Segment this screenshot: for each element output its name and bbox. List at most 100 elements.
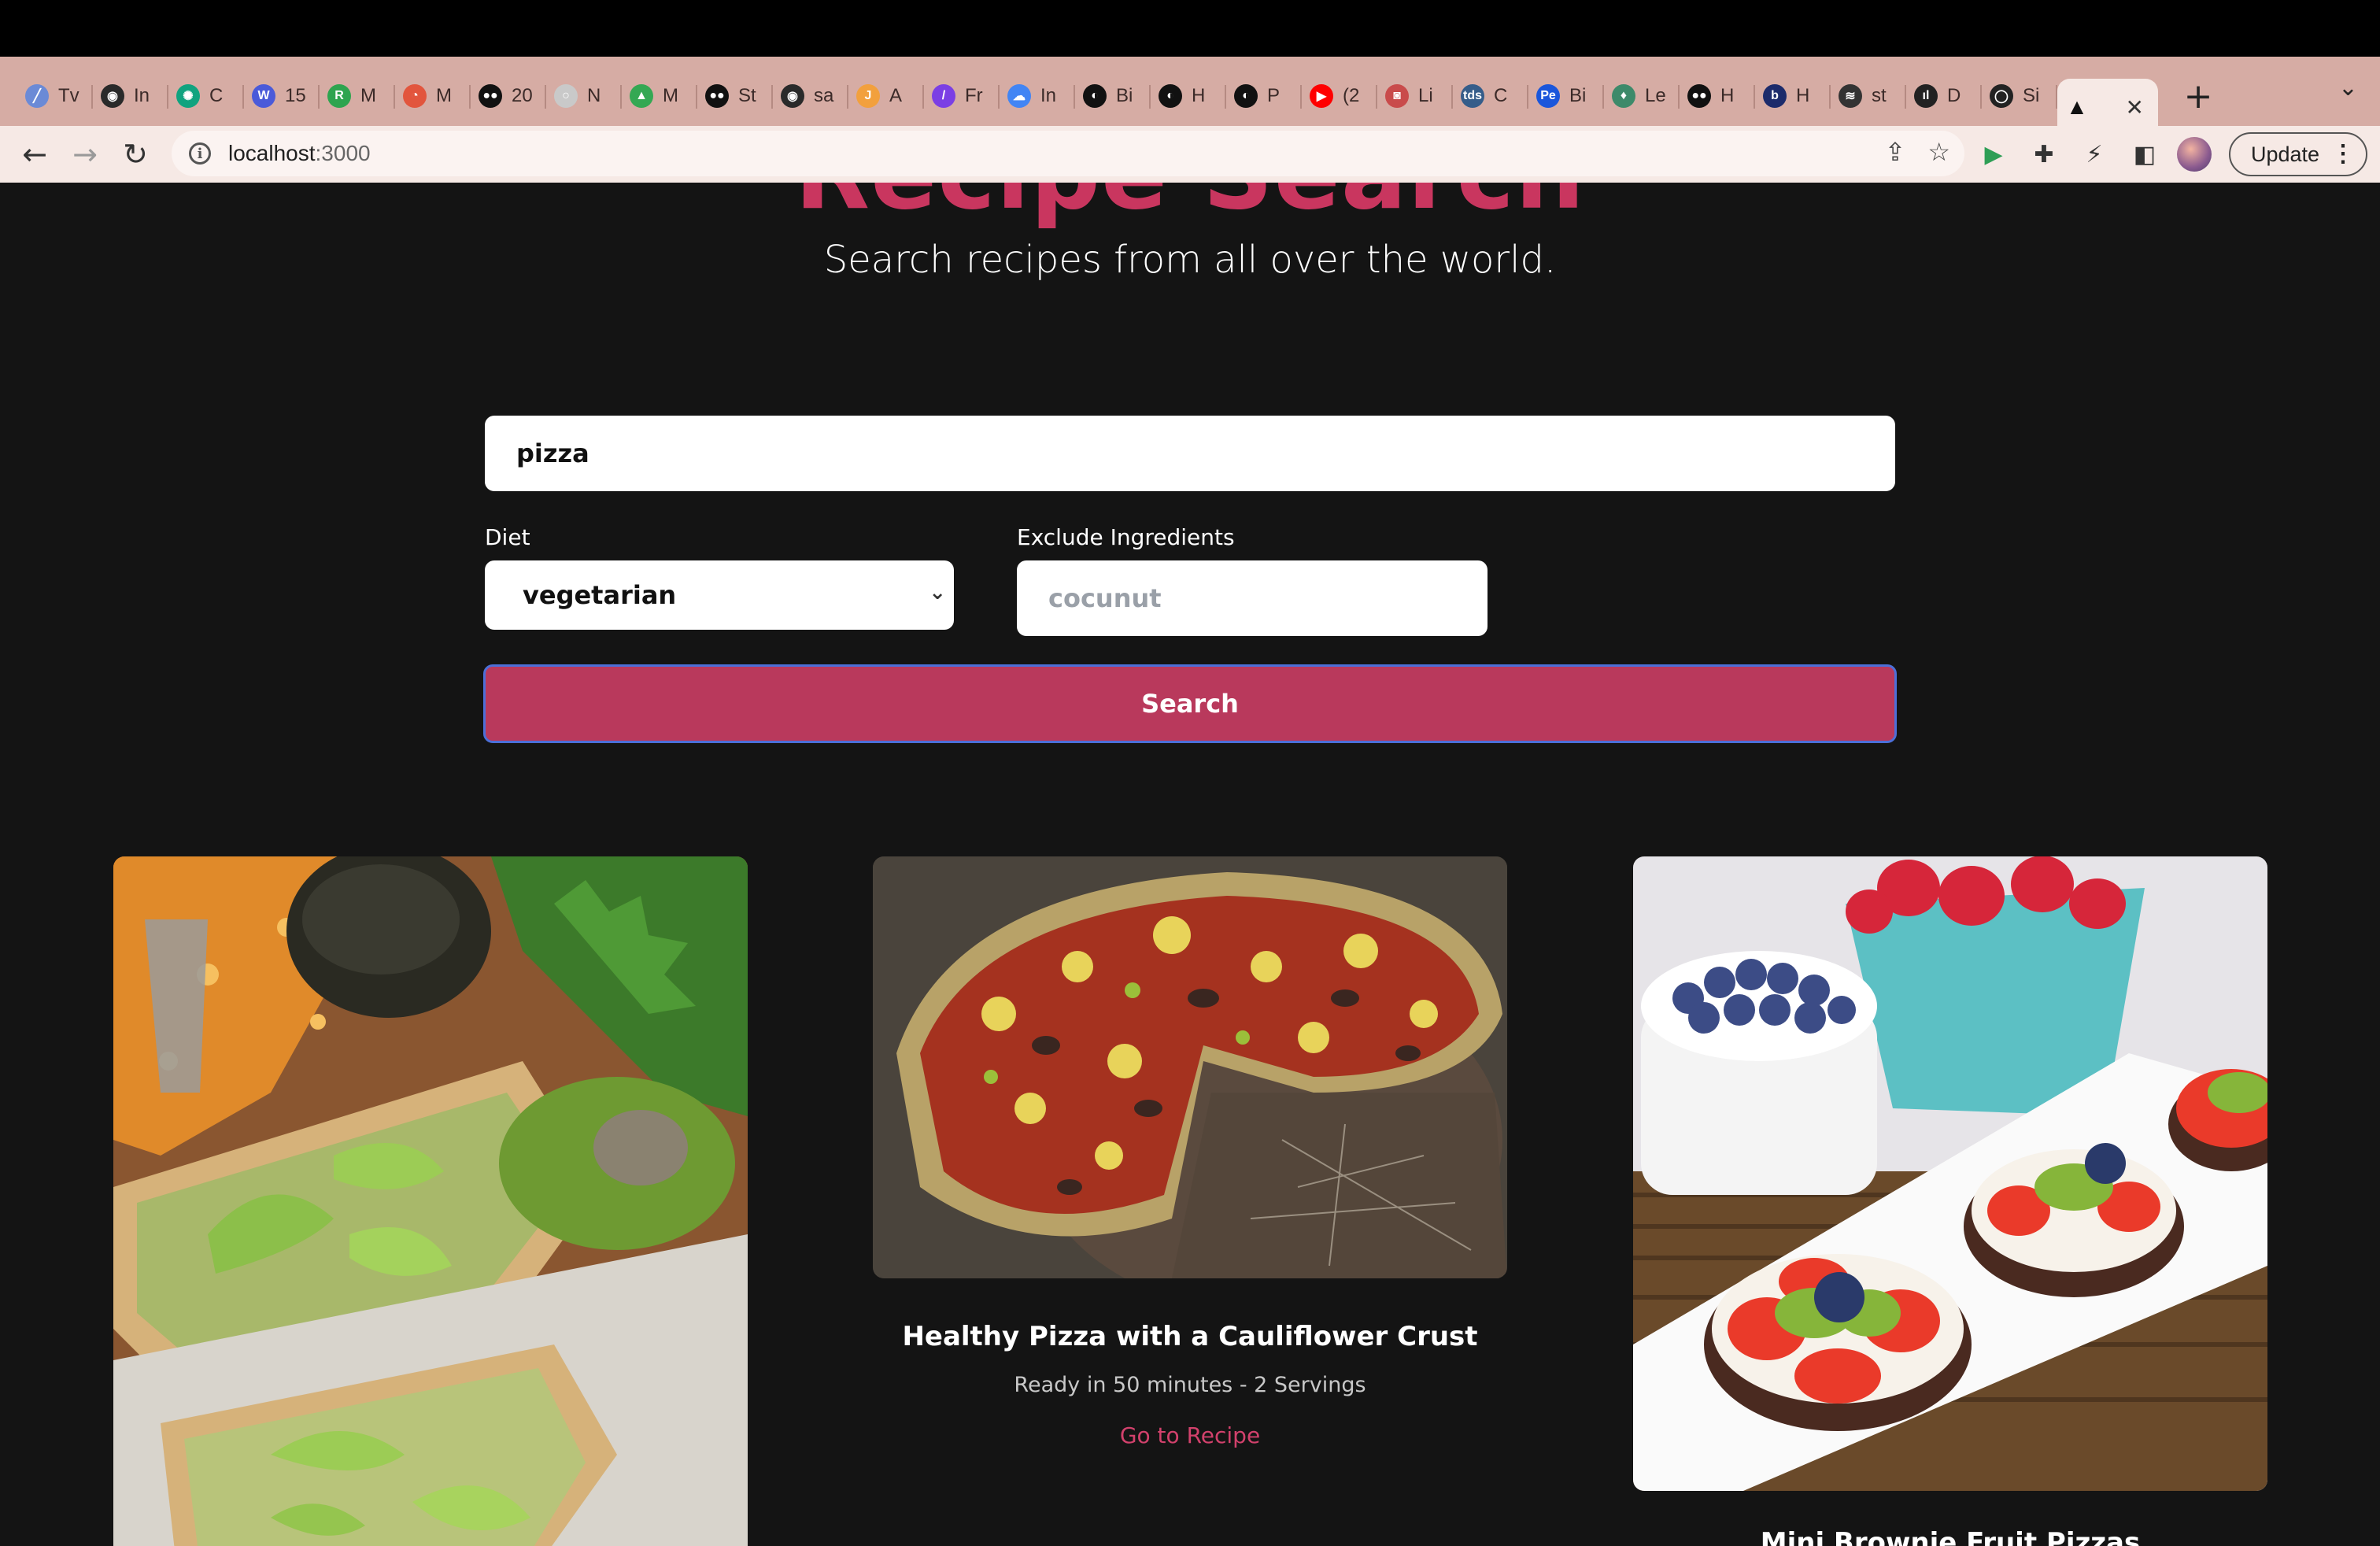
browser-tab[interactable]: RM (320, 71, 395, 121)
search-input[interactable]: pizza (485, 416, 1895, 491)
browser-tab[interactable]: W 15 (244, 71, 320, 121)
share-icon[interactable]: ⇪ (1885, 137, 1906, 167)
tab-title: Le (1645, 85, 1666, 106)
tab-title: 20 (512, 85, 533, 106)
recipe-image-cauliflower-pizza[interactable] (873, 856, 1507, 1278)
tab-favicon-icon: ▲ (630, 84, 653, 108)
url-port: :3000 (315, 141, 371, 165)
tab-favicon-icon: ●● (705, 84, 729, 108)
lightning-extension-icon[interactable]: ⚡ (2076, 136, 2112, 172)
profile-avatar[interactable] (2177, 137, 2212, 172)
chevron-down-icon: ⌄ (929, 581, 946, 605)
exclude-ingredients-input[interactable]: cocunut (1017, 560, 1488, 636)
exclude-ingredients-label: Exclude Ingredients (1017, 524, 1235, 550)
browser-tab[interactable]: ◙ Li (1377, 71, 1453, 121)
browser-tab[interactable]: ◔ M (395, 71, 471, 121)
tab-favicon-icon: b (1763, 84, 1787, 108)
url-host: localhost (228, 141, 316, 165)
play-extension-icon[interactable]: ▶ (1975, 136, 2012, 172)
tab-favicon-icon: ✺ (176, 84, 200, 108)
browser-tab[interactable]: ıl D (1906, 71, 1982, 121)
recipe-image-avocado-pizza[interactable] (113, 856, 748, 1546)
browser-tab[interactable]: ▶ (2 (1302, 71, 1377, 121)
browser-tab-strip: ╱ Tv ◉ In ✺ C W 15 R M ◔ M ●● 20 ○ N ▲ M ●● St ◉ sa J A / Fr ☁ In ◐ B… (0, 57, 2380, 135)
tab-title: D (1947, 85, 1961, 106)
tab-title: M (436, 85, 452, 106)
go-to-recipe-link[interactable]: Go to Recipe (873, 1422, 1507, 1448)
browser-tab[interactable]: Pe Bi (1528, 71, 1604, 121)
browser-tab[interactable]: ◉ sa (773, 71, 848, 121)
browser-tab[interactable]: / Fr (924, 71, 1000, 121)
browser-tab[interactable]: ◐ H (1151, 71, 1226, 121)
browser-tab[interactable]: ◐ Bi (1075, 71, 1151, 121)
browser-toolbar: ← → ↻ i localhost:3000 ⇪ ☆ ▶ ✚ ⚡ ◧ Updat… (0, 126, 2380, 183)
tab-title: In (1040, 85, 1057, 106)
tab-title: st (1872, 85, 1887, 106)
new-tab-button[interactable]: + (2171, 71, 2226, 121)
recipe-title: Mini Brownie Fruit Pizzas (1760, 1527, 2141, 1546)
tab-title: Si (2023, 85, 2040, 106)
kebab-menu-icon[interactable]: ⋮ (2331, 140, 2355, 168)
back-arrow-icon[interactable]: ← (9, 129, 60, 179)
tab-title: M (663, 85, 678, 106)
diet-select[interactable]: vegetarian ⌄ (485, 560, 954, 630)
sidebar-toggle-icon[interactable]: ◧ (2127, 136, 2163, 172)
tab-title: P (1267, 85, 1281, 106)
tab-search-chevron-icon[interactable]: ⌄ (2338, 74, 2358, 102)
update-button[interactable]: Update ⋮ (2229, 132, 2367, 176)
tab-title: M (360, 85, 376, 106)
puzzle-extensions-icon[interactable]: ✚ (2026, 136, 2062, 172)
tab-title: (2 (1343, 85, 1360, 106)
browser-tab[interactable]: ●● St (697, 71, 773, 121)
tab-favicon-icon: ◙ (1385, 84, 1409, 108)
browser-tab[interactable]: ◐ P (1226, 71, 1302, 121)
tab-title: In (134, 85, 150, 106)
tab-favicon-icon: tds (1461, 84, 1484, 108)
tab-favicon-icon: ◐ (1234, 84, 1258, 108)
bookmark-star-icon[interactable]: ☆ (1927, 137, 1950, 167)
browser-tab[interactable]: bH (1755, 71, 1831, 121)
recipe-meta: Ready in 50 minutes - 2 Servings (1014, 1373, 1366, 1397)
tab-favicon-icon: J (856, 84, 880, 108)
update-label: Update (2251, 142, 2320, 166)
recipe-card: Mini Brownie Fruit Pizzas (1633, 856, 2267, 1546)
browser-tab[interactable]: ♦ Le (1604, 71, 1680, 121)
recipe-image-fruit-pizza[interactable] (1633, 856, 2267, 1491)
browser-tab[interactable]: ○ N (546, 71, 622, 121)
fruit-pizza-photo (1633, 856, 2267, 1491)
tab-title: H (1720, 85, 1735, 106)
tab-title: Bi (1116, 85, 1133, 106)
triangle-icon: ▲ (2066, 94, 2088, 119)
reload-icon[interactable]: ↻ (110, 129, 161, 179)
browser-tab[interactable]: ●● 20 (471, 71, 546, 121)
tab-title: N (587, 85, 601, 106)
browser-tab[interactable]: JA (848, 71, 924, 121)
tab-title: A (889, 85, 903, 106)
page-title: Recipe Search (0, 183, 2380, 231)
diet-label: Diet (485, 524, 530, 550)
browser-tab[interactable]: tds C (1453, 71, 1528, 121)
recipe-card: Healthy Pizza with a Cauliflower Crust R… (873, 856, 1507, 1448)
tab-title: Fr (965, 85, 983, 106)
forward-arrow-icon[interactable]: → (60, 129, 110, 179)
tab-favicon-icon: ♦ (1612, 84, 1635, 108)
address-bar[interactable]: i localhost:3000 ⇪ ☆ (172, 131, 1964, 176)
browser-tab[interactable]: ☁ In (1000, 71, 1075, 121)
browser-tab[interactable]: ≋ st (1831, 71, 1906, 121)
tab-favicon-icon: ≋ (1839, 84, 1862, 108)
tab-favicon-icon: ●● (479, 84, 502, 108)
search-button[interactable]: Search (483, 664, 1897, 743)
browser-tab[interactable]: ▲ M (622, 71, 697, 121)
tab-title: C (1494, 85, 1508, 106)
tab-favicon-icon: ◐ (1159, 84, 1182, 108)
close-icon[interactable]: ✕ (2126, 94, 2144, 120)
browser-tab[interactable]: ✺ C (168, 71, 244, 121)
tab-favicon-icon: ╱ (25, 84, 49, 108)
browser-tab[interactable]: ●● H (1680, 71, 1755, 121)
browser-tab[interactable]: ╱ Tv (17, 71, 93, 121)
recipe-title: Healthy Pizza with a Cauliflower Crust (902, 1321, 1478, 1352)
browser-tab[interactable]: ◉ In (93, 71, 168, 121)
info-icon[interactable]: i (189, 142, 211, 165)
tab-title: Li (1418, 85, 1433, 106)
browser-tab[interactable]: ◯ Si (1982, 71, 2057, 121)
